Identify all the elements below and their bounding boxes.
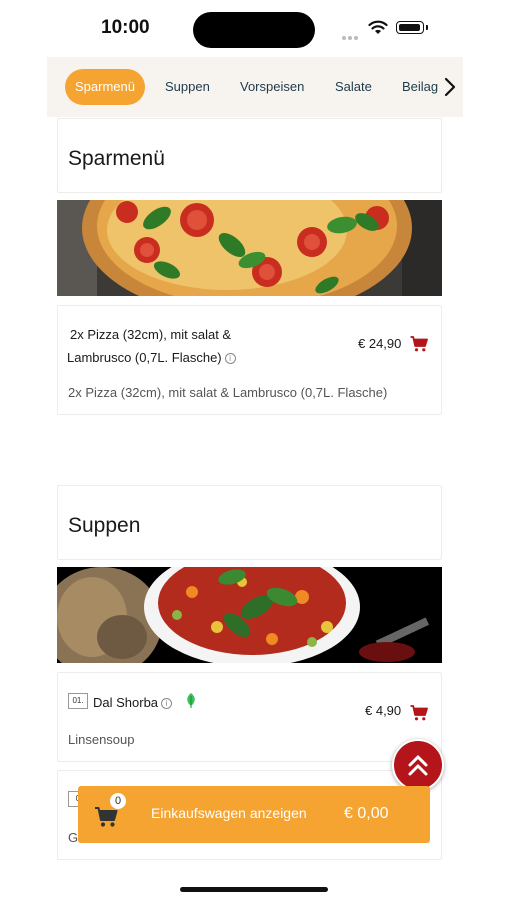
category-tab-bar: Sparmenü Suppen Vorspeisen Salate Beilag — [47, 57, 463, 117]
item-number-badge: 01. — [68, 693, 88, 709]
battery-icon — [396, 21, 428, 34]
pizza-image — [57, 200, 442, 296]
section-title: Sparmenü — [68, 147, 165, 170]
item-name: 2x Pizza (32cm), mit salat & — [70, 327, 232, 342]
add-to-cart-icon[interactable] — [410, 705, 428, 721]
wifi-icon — [368, 20, 388, 34]
double-chevron-up-icon — [408, 755, 428, 776]
tab-suppen[interactable]: Suppen — [165, 69, 210, 105]
section-header-sparmenu: Sparmenü — [57, 118, 442, 193]
section-title: Suppen — [68, 514, 141, 537]
status-time: 10:00 — [101, 17, 150, 38]
status-bar: 10:00 — [0, 0, 507, 56]
chevron-right-icon[interactable] — [443, 76, 457, 98]
item-name-line2: Lambrusco (0,7L. Flasche) i — [67, 347, 236, 369]
tab-sparmenu[interactable]: Sparmenü — [65, 69, 145, 105]
shopping-cart-icon — [95, 807, 118, 827]
item-description: G — [68, 830, 79, 845]
tab-salate[interactable]: Salate — [335, 69, 372, 105]
add-to-cart-icon[interactable] — [410, 336, 428, 352]
menu-item-card[interactable]: 01. Dal Shorba i € 4,90 Linsensoup — [57, 672, 442, 762]
dynamic-island — [193, 12, 315, 48]
tab-vorspeisen[interactable]: Vorspeisen — [240, 69, 304, 105]
view-cart-button[interactable]: 0 Einkaufswagen anzeigen € 0,00 — [78, 786, 430, 843]
item-price: € 24,90 — [358, 336, 402, 351]
item-description: 2x Pizza (32cm), mit salat & Lambrusco (… — [68, 385, 388, 400]
item-description: Linsensoup — [68, 732, 135, 747]
section-header-suppen: Suppen — [57, 485, 442, 560]
home-indicator — [180, 887, 328, 892]
cart-count-badge: 0 — [110, 793, 126, 809]
info-icon[interactable]: i — [161, 698, 173, 710]
vegetarian-leaf-icon — [187, 693, 195, 708]
cart-label: Einkaufswagen anzeigen — [151, 805, 307, 821]
info-icon[interactable]: i — [224, 353, 236, 365]
scroll-to-top-button[interactable] — [392, 739, 444, 791]
cart-total: € 0,00 — [344, 805, 389, 822]
soup-image — [57, 567, 442, 663]
item-name: Dal Shorba i — [93, 692, 173, 714]
tab-beilagen[interactable]: Beilag — [402, 69, 438, 105]
cellular-signal-icon — [342, 27, 364, 40]
menu-item-card[interactable]: 2x Pizza (32cm), mit salat & Lambrusco (… — [57, 305, 442, 415]
item-price: € 4,90 — [365, 703, 402, 718]
